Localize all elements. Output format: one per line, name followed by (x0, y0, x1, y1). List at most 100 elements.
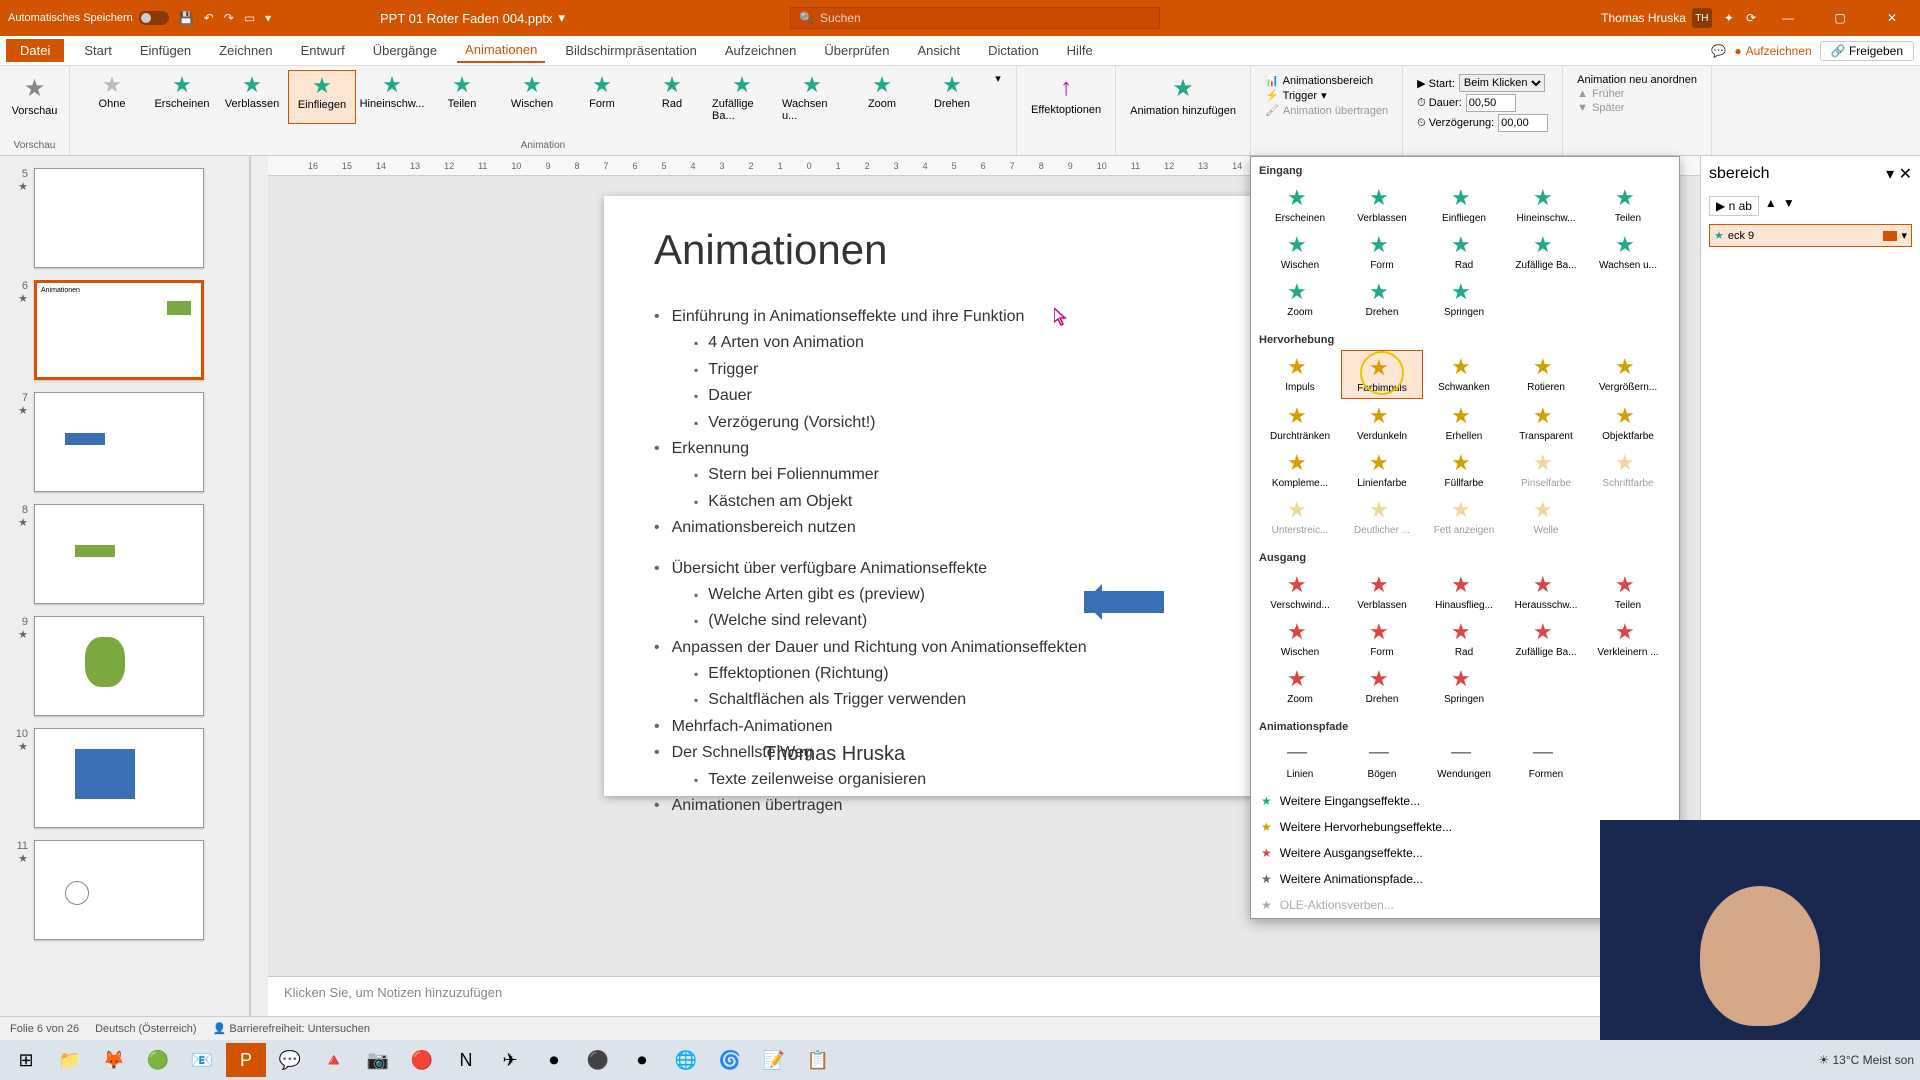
anim-teilen[interactable]: ★Teilen (428, 70, 496, 124)
share-button[interactable]: 🔗 Freigeben (1820, 41, 1914, 61)
app-icon[interactable]: 💬 (270, 1043, 310, 1077)
chevron-down-icon[interactable]: ▾ (1901, 229, 1907, 242)
user-account[interactable]: Thomas Hruska TH (1601, 8, 1712, 28)
anim-gallery-more[interactable]: ▾ (988, 70, 1008, 124)
more-icon[interactable]: ▾ (265, 11, 271, 25)
effect-verschwind[interactable]: ★Verschwind... (1259, 568, 1341, 615)
minimize-button[interactable]: — (1768, 11, 1808, 25)
rewards-icon[interactable]: ✦ (1724, 11, 1734, 25)
effect-farbimpuls[interactable]: ★Farbimpuls (1341, 350, 1423, 399)
anim-rad[interactable]: ★Rad (638, 70, 706, 124)
tab-transitions[interactable]: Übergänge (365, 39, 445, 62)
add-animation-button[interactable]: ★ Animation hinzufügen (1124, 70, 1242, 121)
effect-options-button[interactable]: ↑ Effektoptionen (1025, 70, 1107, 120)
effect-zuflligeba[interactable]: ★Zufällige Ba... (1505, 615, 1587, 662)
effect-erhellen[interactable]: ★Erhellen (1423, 399, 1505, 446)
update-icon[interactable]: ⟳ (1746, 11, 1756, 25)
thumbnail-10[interactable]: 10★ (0, 722, 249, 834)
effect-fettanzeigen[interactable]: ★Fett anzeigen (1423, 493, 1505, 540)
thumbnail-11[interactable]: 11★ (0, 834, 249, 946)
effect-drehen[interactable]: ★Drehen (1341, 275, 1423, 322)
app-icon[interactable]: ⏺ (622, 1043, 662, 1077)
anim-wischen[interactable]: ★Wischen (498, 70, 566, 124)
redo-icon[interactable]: ↷ (224, 11, 234, 25)
more-effects-0[interactable]: ★ Weitere Eingangseffekte... (1251, 788, 1679, 814)
effect-deutlicher[interactable]: ★Deutlicher ... (1341, 493, 1423, 540)
effect-form[interactable]: ★Form (1341, 615, 1423, 662)
move-earlier[interactable]: ▲ Früher (1577, 88, 1697, 100)
effect-drehen[interactable]: ★Drehen (1341, 662, 1423, 709)
tab-dictation[interactable]: Dictation (980, 39, 1047, 62)
effect-zoom[interactable]: ★Zoom (1259, 275, 1341, 322)
tab-insert[interactable]: Einfügen (132, 39, 199, 62)
close-button[interactable]: ✕ (1872, 11, 1912, 25)
anim-ohne[interactable]: ★Ohne (78, 70, 146, 124)
search-input[interactable] (820, 11, 1151, 25)
effect-vergrern[interactable]: ★Vergrößern... (1587, 350, 1669, 399)
comments-icon[interactable]: 💬 (1711, 44, 1726, 58)
up-icon[interactable]: ▲ (1765, 196, 1777, 216)
effect-pinselfarbe[interactable]: ★Pinselfarbe (1505, 446, 1587, 493)
effect-unterstreic[interactable]: ★Unterstreic... (1259, 493, 1341, 540)
effect-wachsenu[interactable]: ★Wachsen u... (1587, 228, 1669, 275)
record-button[interactable]: ● Aufzeichnen (1734, 44, 1811, 58)
chrome-icon[interactable]: 🟢 (138, 1043, 178, 1077)
anim-erscheinen[interactable]: ★Erscheinen (148, 70, 216, 124)
app-icon[interactable]: 📷 (358, 1043, 398, 1077)
thumbnail-8[interactable]: 8★ (0, 498, 249, 610)
effect-wischen[interactable]: ★Wischen (1259, 615, 1341, 662)
effect-rad[interactable]: ★Rad (1423, 615, 1505, 662)
anim-form[interactable]: ★Form (568, 70, 636, 124)
effect-herausschw[interactable]: ★Herausschw... (1505, 568, 1587, 615)
app-icon[interactable]: 📋 (798, 1043, 838, 1077)
thumbnail-9[interactable]: 9★ (0, 610, 249, 722)
preview-button[interactable]: ★ Vorschau (6, 70, 64, 121)
animation-list-item[interactable]: ★ eck 9 ▾ (1709, 224, 1912, 247)
start-select[interactable]: Beim Klicken (1459, 74, 1545, 92)
tab-help[interactable]: Hilfe (1059, 39, 1101, 62)
effect-hinausflieg[interactable]: ★Hinausflieg... (1423, 568, 1505, 615)
obs-icon[interactable]: ⚫ (578, 1043, 618, 1077)
effect-kompleme[interactable]: ★Kompleme... (1259, 446, 1341, 493)
close-icon[interactable]: ✕ (1899, 166, 1912, 183)
chevron-down-icon[interactable]: ▾ (558, 10, 565, 26)
duration-input[interactable] (1466, 94, 1516, 112)
anim-zufällige ba...[interactable]: ★Zufällige Ba... (708, 70, 776, 124)
thumbnail-7[interactable]: 7★ (0, 386, 249, 498)
effect-springen[interactable]: ★Springen (1423, 662, 1505, 709)
tab-start[interactable]: Start (76, 39, 119, 62)
maximize-button[interactable]: ▢ (1820, 11, 1860, 25)
copy-animation-button[interactable]: 🖌 Animation übertragen (1265, 104, 1388, 117)
effect-zoom[interactable]: ★Zoom (1259, 662, 1341, 709)
chevron-down-icon[interactable]: ▾ (1886, 166, 1894, 183)
autosave-toggle[interactable]: Automatisches Speichern (8, 11, 169, 25)
explorer-icon[interactable]: 📁 (50, 1043, 90, 1077)
effect-verkleinern[interactable]: ★Verkleinern ... (1587, 615, 1669, 662)
app-icon[interactable]: 🌐 (666, 1043, 706, 1077)
touchmode-icon[interactable]: ▭ (244, 11, 255, 25)
thumb-scrollbar[interactable] (250, 156, 268, 1016)
filename[interactable]: PPT 01 Roter Faden 004.pptx ▾ (380, 10, 600, 26)
effect-fllfarbe[interactable]: ★Füllfarbe (1423, 446, 1505, 493)
move-later[interactable]: ▼ Später (1577, 102, 1697, 114)
start-button[interactable]: ⊞ (6, 1043, 46, 1077)
save-icon[interactable]: 💾 (179, 11, 194, 25)
effect-wischen[interactable]: ★Wischen (1259, 228, 1341, 275)
effect-zuflligeba[interactable]: ★Zufällige Ba... (1505, 228, 1587, 275)
effect-rad[interactable]: ★Rad (1423, 228, 1505, 275)
effect-linienfarbe[interactable]: ★Linienfarbe (1341, 446, 1423, 493)
undo-icon[interactable]: ↶ (204, 11, 214, 25)
effect-hineinschw[interactable]: ★Hineinschw... (1505, 181, 1587, 228)
path-bögen[interactable]: ―Bögen (1341, 737, 1423, 784)
thumbnail-6[interactable]: 6★Animationen (0, 274, 249, 386)
anim-verblassen[interactable]: ★Verblassen (218, 70, 286, 124)
path-formen[interactable]: ―Formen (1505, 737, 1587, 784)
play-from-button[interactable]: ▶ n ab (1709, 196, 1759, 216)
app-icon[interactable]: 📝 (754, 1043, 794, 1077)
effect-verblassen[interactable]: ★Verblassen (1341, 568, 1423, 615)
blue-arrow-shape[interactable] (1084, 591, 1164, 613)
tab-design[interactable]: Entwurf (293, 39, 353, 62)
effect-form[interactable]: ★Form (1341, 228, 1423, 275)
tab-review[interactable]: Überprüfen (816, 39, 897, 62)
path-linien[interactable]: ―Linien (1259, 737, 1341, 784)
